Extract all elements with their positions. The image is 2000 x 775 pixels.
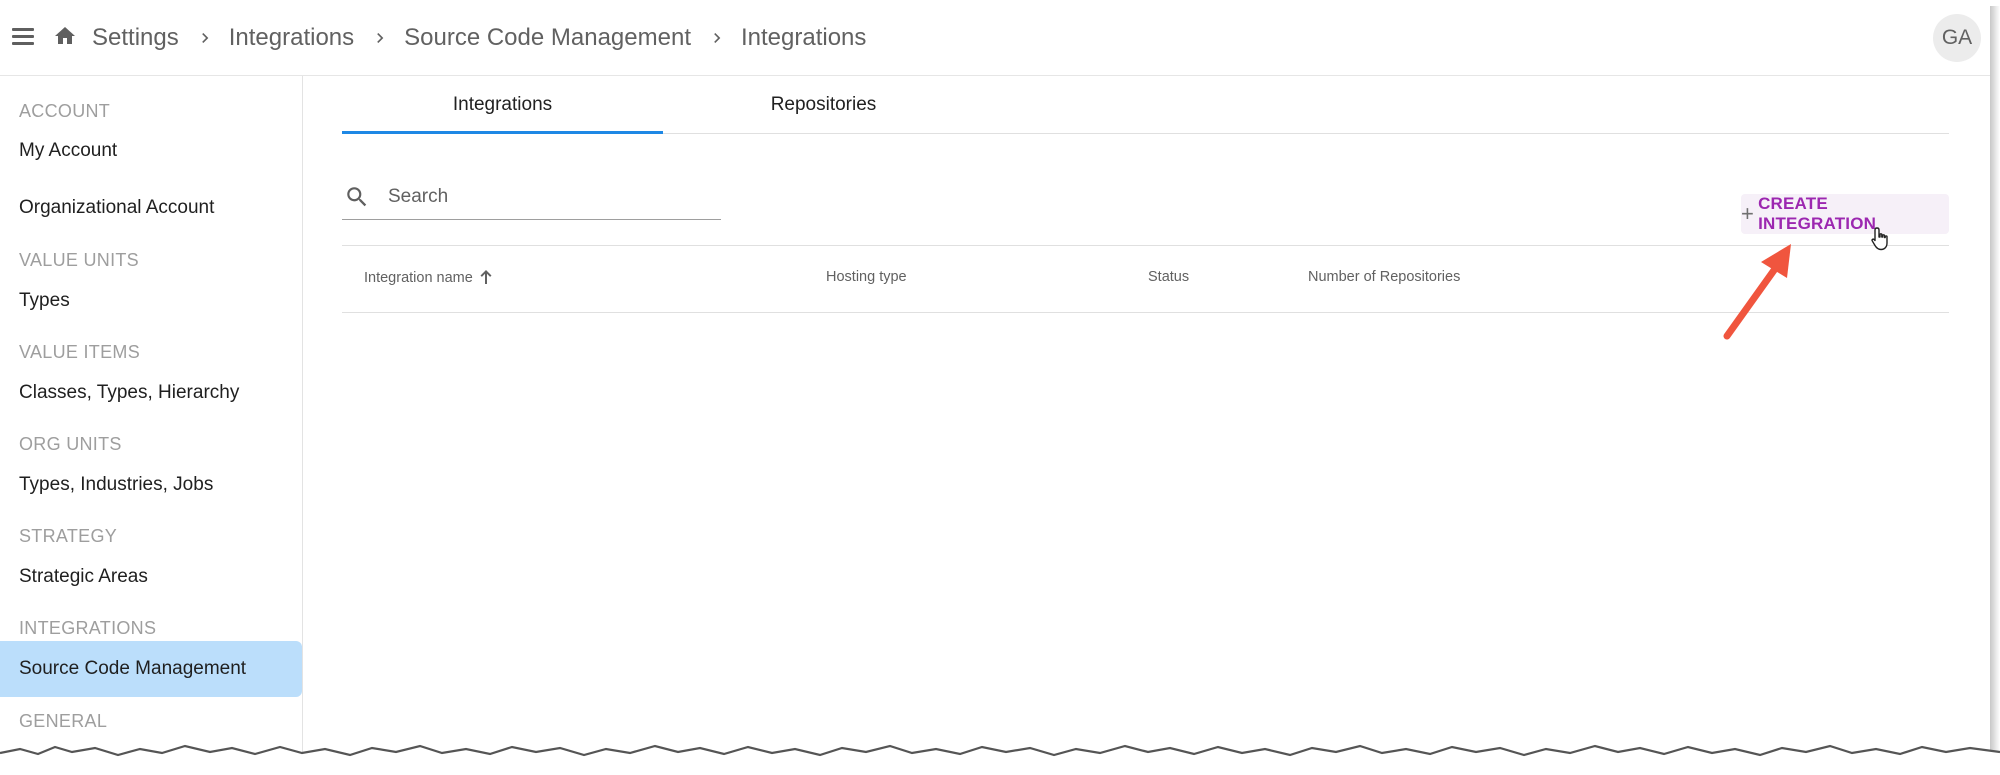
sidebar-section-account: ACCOUNT bbox=[19, 101, 111, 121]
sidebar-item-strategic-areas[interactable]: Strategic Areas bbox=[0, 549, 302, 605]
home-icon[interactable] bbox=[52, 24, 78, 48]
window-shadow bbox=[1990, 6, 2000, 766]
column-header-status[interactable]: Status bbox=[1148, 269, 1189, 285]
menu-icon[interactable] bbox=[12, 28, 34, 46]
create-integration-label: CREATE INTEGRATION bbox=[1758, 194, 1877, 233]
chevron-right-icon bbox=[201, 33, 209, 43]
arrow-up-icon bbox=[480, 270, 492, 284]
settings-sidebar: ACCOUNT My Account Organizational Accoun… bbox=[0, 76, 303, 760]
sidebar-section-value-items: VALUE ITEMS bbox=[19, 342, 140, 362]
torn-edge-decoration bbox=[0, 744, 2000, 775]
search-icon bbox=[347, 187, 367, 207]
sidebar-section-value-units: VALUE UNITS bbox=[19, 250, 139, 270]
search-input[interactable] bbox=[386, 180, 710, 214]
top-app-bar: Settings Integrations Source Code Manage… bbox=[0, 0, 1990, 76]
search-field bbox=[342, 176, 721, 220]
table-header: Integration name Hosting type Status Num… bbox=[342, 245, 1949, 313]
sidebar-section-org-units: ORG UNITS bbox=[19, 434, 122, 454]
annotation-arrow-icon bbox=[1723, 244, 1791, 340]
create-integration-button[interactable]: + CREATE INTEGRATION bbox=[1741, 194, 1949, 234]
breadcrumb: Settings Integrations Source Code Manage… bbox=[92, 20, 866, 56]
tab-integrations[interactable]: Integrations bbox=[342, 76, 663, 134]
sidebar-item-types[interactable]: Types bbox=[0, 273, 302, 329]
sidebar-section-general: GENERAL bbox=[19, 711, 108, 731]
column-header-integration-name[interactable]: Integration name bbox=[364, 269, 493, 286]
breadcrumb-settings[interactable]: Settings bbox=[92, 24, 179, 52]
sidebar-section-strategy: STRATEGY bbox=[19, 526, 118, 546]
column-header-hosting-type[interactable]: Hosting type bbox=[826, 269, 907, 285]
tab-bar: Integrations Repositories bbox=[342, 76, 1949, 134]
breadcrumb-source-code-management[interactable]: Source Code Management bbox=[404, 24, 691, 52]
avatar[interactable]: GA bbox=[1933, 14, 1981, 62]
breadcrumb-integrations[interactable]: Integrations bbox=[229, 24, 354, 52]
chevron-right-icon bbox=[714, 33, 721, 43]
sidebar-section-integrations: INTEGRATIONS bbox=[19, 618, 157, 638]
plus-icon: + bbox=[1741, 201, 1755, 226]
tab-repositories[interactable]: Repositories bbox=[663, 76, 984, 133]
column-header-number-of-repositories[interactable]: Number of Repositories bbox=[1308, 269, 1460, 285]
sidebar-item-classes-types-hierarchy[interactable]: Classes, Types, Hierarchy bbox=[0, 365, 302, 421]
app-window: Settings Integrations Source Code Manage… bbox=[0, 0, 1990, 760]
sidebar-item-types-industries-jobs[interactable]: Types, Industries, Jobs bbox=[0, 457, 302, 513]
pointer-hand-icon bbox=[1871, 227, 1888, 251]
breadcrumb-current-page: Integrations bbox=[740, 24, 867, 51]
chevron-right-icon bbox=[377, 33, 384, 43]
sidebar-item-source-code-management[interactable]: Source Code Management bbox=[0, 641, 302, 697]
sidebar-item-my-account[interactable]: My Account bbox=[0, 123, 302, 179]
sidebar-item-organizational-account[interactable]: Organizational Account bbox=[0, 180, 302, 236]
